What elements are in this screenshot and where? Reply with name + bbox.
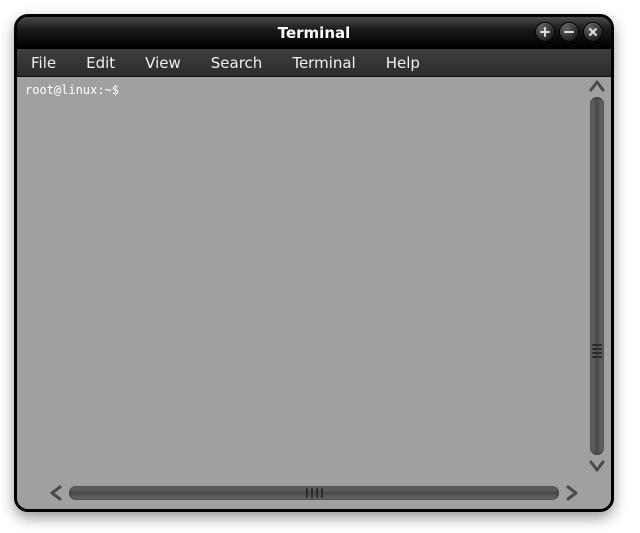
chevron-right-icon [565,485,579,501]
close-button[interactable] [583,22,603,42]
chevron-down-icon [589,459,605,473]
horizontal-scroll-thumb[interactable] [296,486,332,500]
minus-icon [563,26,575,38]
window-title: Terminal [278,24,351,42]
new-window-button[interactable] [535,22,555,42]
terminal-body[interactable]: root@linux:~$ [17,77,611,509]
minimize-button[interactable] [559,22,579,42]
vertical-scroll-thumb[interactable] [590,337,604,365]
scroll-right-button[interactable] [563,484,581,502]
horizontal-scroll-track[interactable] [69,486,559,500]
menubar: File Edit View Search Terminal Help [17,49,611,77]
vertical-scroll-track[interactable] [590,97,604,455]
menu-help[interactable]: Help [380,52,426,74]
menu-file[interactable]: File [25,52,62,74]
terminal-window: Terminal File Edit View Search Ter [14,14,614,512]
menu-search[interactable]: Search [205,52,269,74]
horizontal-scrollbar[interactable] [47,483,581,503]
vertical-scrollbar[interactable] [587,77,607,475]
menu-view[interactable]: View [139,52,187,74]
chevron-left-icon [49,485,63,501]
terminal-prompt: root@linux:~$ [25,83,119,97]
scroll-left-button[interactable] [47,484,65,502]
menu-edit[interactable]: Edit [80,52,121,74]
menu-terminal[interactable]: Terminal [286,52,361,74]
close-icon [587,26,599,38]
chevron-up-icon [589,79,605,93]
titlebar[interactable]: Terminal [17,17,611,49]
plus-icon [539,26,551,38]
scroll-down-button[interactable] [588,457,606,475]
window-controls [535,22,603,42]
scroll-up-button[interactable] [588,77,606,95]
